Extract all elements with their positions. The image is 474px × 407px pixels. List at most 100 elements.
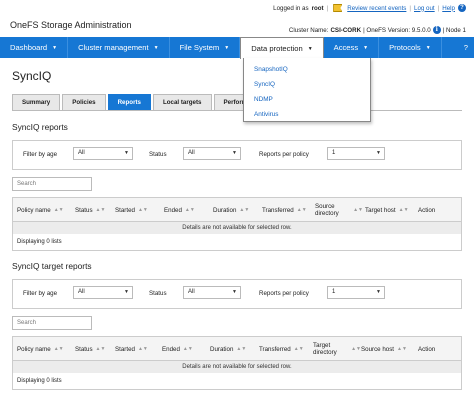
column-transferred[interactable]: Transferred ▲▼ [259, 337, 304, 361]
sort-icon: ▲▼ [296, 206, 307, 213]
column-policy-name[interactable]: Policy name ▲▼ [17, 337, 64, 361]
reports-per-policy-label: Reports per policy [259, 151, 309, 158]
sort-icon: ▲▼ [397, 345, 407, 352]
reports-per-policy-select[interactable]: 1 ▼ [327, 147, 385, 160]
column-duration[interactable]: Duration ▲▼ [210, 337, 246, 361]
nav-help-icon[interactable]: ? [458, 37, 474, 58]
status-label: Status [149, 290, 167, 297]
reports-empty-row: Details are not available for selected r… [13, 222, 461, 234]
column-started[interactable]: Started ▲▼ [115, 337, 148, 361]
chevron-down-icon: ▼ [153, 44, 159, 51]
column-started[interactable]: Started ▲▼ [115, 198, 148, 222]
sort-icon: ▲▼ [398, 206, 409, 213]
user-bar: Logged in as root | Review recent events… [273, 4, 466, 12]
nav-protocols[interactable]: Protocols ▼ [379, 37, 442, 58]
cluster-name: CSI-CORK [330, 26, 362, 34]
help-icon[interactable]: ? [458, 4, 466, 12]
target-reports-empty-row: Details are not available for selected r… [13, 361, 461, 373]
target-reports-footer: Displaying 0 lists [17, 378, 62, 384]
column-ended[interactable]: Ended ▲▼ [164, 198, 195, 222]
chevron-down-icon: ▼ [232, 150, 237, 156]
sort-icon: ▲▼ [236, 345, 247, 352]
info-icon[interactable]: i [432, 26, 441, 34]
sort-icon: ▲▼ [239, 206, 250, 213]
sort-icon: ▲▼ [95, 345, 106, 352]
chevron-down-icon: ▼ [363, 44, 369, 51]
sort-icon: ▲▼ [293, 345, 304, 352]
filter-by-age-select[interactable]: All ▼ [73, 147, 133, 160]
menu-item-snapshotiq[interactable]: SnapshotIQ [244, 62, 370, 77]
filter-by-age-label: Filter by age [23, 151, 58, 158]
cluster-name-label: Cluster Name: [288, 26, 329, 34]
tab-summary[interactable]: Summary [12, 94, 61, 110]
menu-item-synciq[interactable]: SyncIQ [244, 77, 370, 92]
nav-cluster-management[interactable]: Cluster management ▼ [68, 37, 170, 58]
sort-icon: ▲▼ [137, 345, 148, 352]
column-ended[interactable]: Ended ▲▼ [162, 337, 193, 361]
column-target-directory[interactable]: Target directory ▲▼ [313, 337, 361, 361]
app-title: OneFS Storage Administration [10, 20, 132, 30]
chevron-down-icon: ▼ [232, 289, 237, 295]
tab-divider [12, 110, 462, 111]
filter-by-age-label: Filter by age [23, 290, 58, 297]
tab-bar: Summary Policies Reports Local targets P… [12, 94, 264, 110]
logged-in-label: Logged in as [273, 4, 309, 12]
column-source-directory[interactable]: Source directory ▲▼ [315, 198, 363, 222]
chevron-down-icon: ▼ [124, 289, 129, 295]
status-select[interactable]: All ▼ [183, 147, 241, 160]
column-status[interactable]: Status ▲▼ [75, 337, 105, 361]
node-label: | Node 1 [442, 26, 466, 34]
synciq-target-reports-title: SyncIQ target reports [12, 261, 92, 271]
target-filter-by-age-select[interactable]: All ▼ [73, 286, 133, 299]
onefs-version: | OneFS Version: 9.5.0.0 [363, 26, 431, 34]
column-target-host[interactable]: Target host ▲▼ [365, 198, 409, 222]
column-duration[interactable]: Duration ▲▼ [213, 198, 249, 222]
chevron-down-icon: ▼ [307, 45, 313, 52]
target-reports-table-header: Policy name ▲▼ Status ▲▼ Started ▲▼ Ended ▲▼… [13, 337, 461, 361]
menu-item-antivirus[interactable]: Antivirus [244, 107, 370, 122]
help-link[interactable]: Help [442, 5, 455, 12]
column-transferred[interactable]: Transferred ▲▼ [262, 198, 307, 222]
chevron-down-icon: ▼ [52, 44, 58, 51]
nav-access[interactable]: Access ▼ [324, 37, 380, 58]
target-status-select[interactable]: All ▼ [183, 286, 241, 299]
sort-icon: ▲▼ [353, 206, 363, 213]
chevron-down-icon: ▼ [124, 150, 129, 156]
reports-table-header: Policy name ▲▼ Status ▲▼ Started ▲▼ Ended ▲▼… [13, 198, 461, 222]
tab-local-targets[interactable]: Local targets [152, 94, 212, 110]
tab-reports[interactable]: Reports [107, 94, 151, 110]
chevron-down-icon: ▼ [376, 150, 381, 156]
nav-data-protection[interactable]: Data protection ▼ [240, 37, 324, 59]
data-protection-menu: SnapshotIQ SyncIQ NDMP Antivirus [243, 58, 371, 122]
reports-footer: Displaying 0 lists [17, 239, 62, 245]
events-flag-icon[interactable] [333, 4, 343, 12]
tab-policies[interactable]: Policies [62, 94, 106, 110]
target-reports-per-policy-select[interactable]: 1 ▼ [327, 286, 385, 299]
chevron-down-icon: ▼ [224, 44, 230, 51]
synciq-reports-title: SyncIQ reports [12, 122, 68, 132]
chevron-down-icon: ▼ [425, 44, 431, 51]
review-events-link[interactable]: Review recent events [347, 5, 406, 12]
column-action: Action [418, 345, 436, 353]
nav-dashboard[interactable]: Dashboard ▼ [0, 37, 69, 58]
username: root [311, 4, 324, 12]
target-reports-table: Policy name ▲▼ Status ▲▼ Started ▲▼ Ended ▲▼… [12, 336, 462, 390]
target-reports-filter-bar: Filter by age All ▼ Status All ▼ Reports p… [12, 279, 462, 309]
main-nav: Dashboard ▼ Cluster management ▼ File Syst… [0, 37, 474, 59]
nav-file-system[interactable]: File System ▼ [170, 37, 241, 58]
column-status[interactable]: Status ▲▼ [75, 198, 105, 222]
chevron-down-icon: ▼ [376, 289, 381, 295]
reports-filter-bar: Filter by age All ▼ Status All ▼ Reports p… [12, 140, 462, 170]
page-title: SyncIQ [12, 69, 52, 83]
column-source-host[interactable]: Source host ▲▼ [361, 337, 407, 361]
sort-icon: ▲▼ [137, 206, 148, 213]
reports-table: Policy name ▲▼ Status ▲▼ Started ▲▼ Ended ▲▼… [12, 197, 462, 251]
status-label: Status [149, 151, 167, 158]
menu-item-ndmp[interactable]: NDMP [244, 92, 370, 107]
column-action: Action [418, 206, 436, 214]
target-reports-search-input[interactable]: Search [12, 316, 92, 330]
sort-icon: ▲▼ [351, 345, 361, 352]
column-policy-name[interactable]: Policy name ▲▼ [17, 198, 64, 222]
logout-link[interactable]: Log out [414, 5, 435, 12]
reports-search-input[interactable]: Search [12, 177, 92, 191]
